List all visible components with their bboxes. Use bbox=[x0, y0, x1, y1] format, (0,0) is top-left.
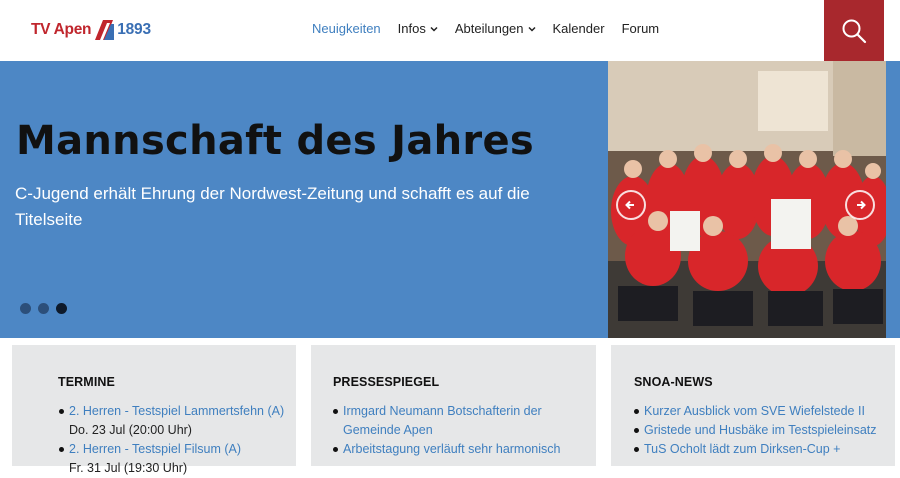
nav-item-infos[interactable]: Infos bbox=[398, 21, 438, 36]
nav-item-kalender[interactable]: Kalender bbox=[553, 21, 605, 36]
slider-dot-1[interactable] bbox=[20, 303, 31, 314]
list-item: Kurzer Ausblick vom SVE Wiefelstede II bbox=[634, 402, 877, 421]
arrow-right-icon bbox=[857, 200, 866, 210]
nav-item-label: Neuigkeiten bbox=[312, 21, 381, 36]
slider-dots bbox=[20, 303, 74, 314]
site-logo[interactable]: TV Apen 1893 bbox=[31, 17, 151, 43]
slider-next-button[interactable] bbox=[845, 190, 875, 220]
chevron-down-icon bbox=[527, 26, 536, 32]
nav-item-label: Kalender bbox=[552, 21, 605, 36]
nav-item-label: Infos bbox=[397, 21, 426, 36]
list-item: 2. Herren - Testspiel Lammertsfehn (A) D… bbox=[59, 402, 284, 440]
team-photo-icon bbox=[608, 61, 886, 338]
event-link[interactable]: 2. Herren - Testspiel Lammertsfehn (A) bbox=[69, 404, 284, 418]
logo-flag-icon bbox=[95, 20, 115, 40]
search-button[interactable] bbox=[824, 0, 884, 61]
slider-dot-3[interactable] bbox=[56, 303, 67, 314]
list-item: Irmgard Neumann Botschafterin der Gemein… bbox=[333, 402, 563, 440]
slider-prev-button[interactable] bbox=[616, 190, 646, 220]
chevron-down-icon bbox=[430, 26, 438, 32]
event-link[interactable]: 2. Herren - Testspiel Filsum (A) bbox=[69, 442, 241, 456]
content-cards: TERMINE 2. Herren - Testspiel Lammertsfe… bbox=[0, 345, 900, 475]
slider-dot-2[interactable] bbox=[38, 303, 49, 314]
main-nav: Neuigkeiten Infos Abteilungen Kalender F… bbox=[312, 21, 676, 36]
card-list: Kurzer Ausblick vom SVE Wiefelstede II G… bbox=[634, 402, 877, 459]
event-date: Do. 23 Jul (20:00 Uhr) bbox=[69, 423, 192, 437]
press-link[interactable]: Irmgard Neumann Botschafterin der Gemein… bbox=[343, 404, 542, 437]
card-list: Irmgard Neumann Botschafterin der Gemein… bbox=[333, 402, 563, 459]
list-item: Gristede und Husbäke im Testspieleinsatz bbox=[634, 421, 877, 440]
news-link[interactable]: Gristede und Husbäke im Testspieleinsatz bbox=[644, 423, 877, 437]
logo-text-name: TV Apen bbox=[31, 21, 92, 38]
search-icon bbox=[842, 19, 867, 43]
card-title: PRESSESPIEGEL bbox=[333, 375, 440, 389]
site-header: TV Apen 1893 Neuigkeiten Infos Abteilung… bbox=[0, 0, 900, 61]
list-item: 2. Herren - Testspiel Filsum (A) Fr. 31 … bbox=[59, 440, 284, 478]
nav-item-forum[interactable]: Forum bbox=[622, 21, 660, 36]
card-list: 2. Herren - Testspiel Lammertsfehn (A) D… bbox=[59, 402, 284, 478]
nav-item-abteilungen[interactable]: Abteilungen bbox=[455, 21, 536, 36]
event-date: Fr. 31 Jul (19:30 Uhr) bbox=[69, 461, 188, 475]
nav-item-label: Abteilungen bbox=[454, 21, 524, 36]
hero-subtitle: C-Jugend erhält Ehrung der Nordwest-Zeit… bbox=[15, 184, 530, 229]
arrow-left-icon bbox=[625, 200, 634, 210]
logo-text-year: 1893 bbox=[117, 21, 151, 38]
list-item: TuS Ocholt lädt zum Dirksen-Cup + bbox=[634, 440, 877, 459]
card-termine: TERMINE 2. Herren - Testspiel Lammertsfe… bbox=[12, 345, 296, 475]
hero-title[interactable]: Mannschaft des Jahres bbox=[16, 118, 534, 164]
card-title: TERMINE bbox=[58, 375, 115, 389]
nav-item-neuigkeiten[interactable]: Neuigkeiten bbox=[312, 21, 381, 36]
card-title: SNOA-NEWS bbox=[634, 375, 713, 389]
card-snoa-news: SNOA-NEWS Kurzer Ausblick vom SVE Wiefel… bbox=[611, 345, 895, 466]
press-link[interactable]: Arbeitstagung verläuft sehr harmonisch bbox=[343, 442, 560, 456]
nav-item-label: Forum bbox=[621, 21, 660, 36]
news-link[interactable]: Kurzer Ausblick vom SVE Wiefelstede II bbox=[644, 404, 865, 418]
hero-image[interactable] bbox=[608, 61, 886, 338]
news-link[interactable]: TuS Ocholt lädt zum Dirksen-Cup + bbox=[644, 442, 840, 456]
card-pressespiegel: PRESSESPIEGEL Irmgard Neumann Botschafte… bbox=[311, 345, 596, 466]
list-item: Arbeitstagung verläuft sehr harmonisch bbox=[333, 440, 563, 459]
